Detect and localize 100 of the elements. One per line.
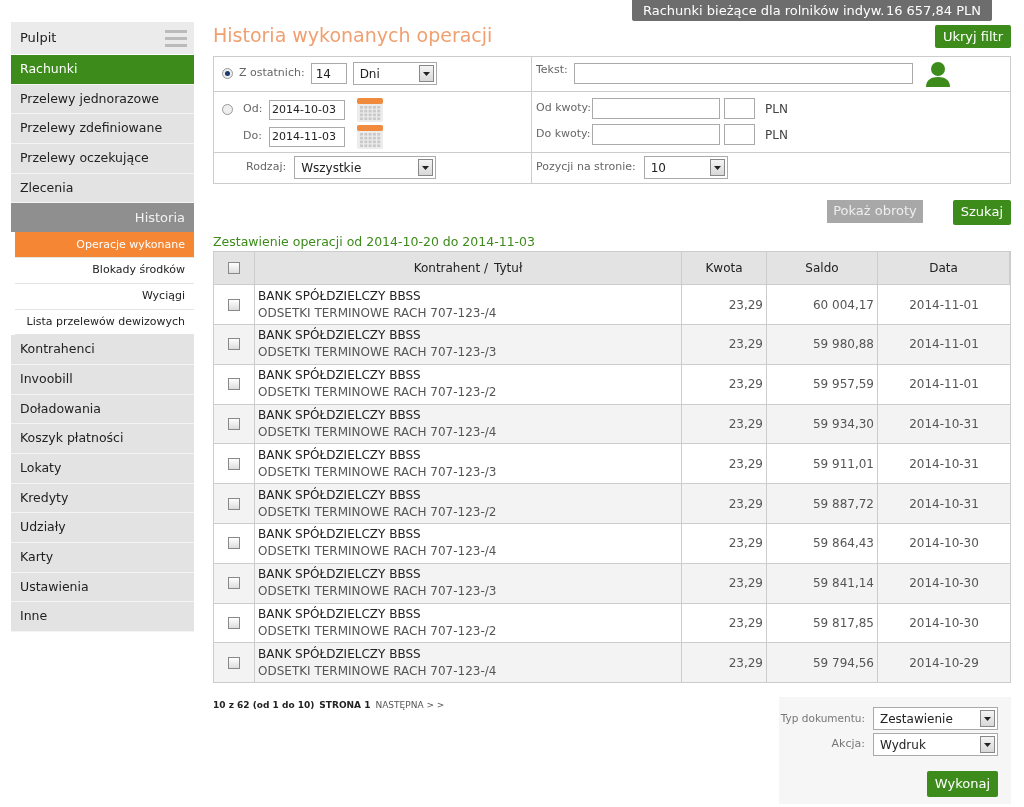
- sidebar-item[interactable]: Lokaty: [11, 453, 194, 484]
- table-cell-text: BANK SPÓŁDZIELCZY BBSS: [258, 486, 422, 504]
- sidebar-item[interactable]: Zlecenia: [11, 173, 194, 204]
- sidebar-item[interactable]: Inne: [11, 602, 194, 633]
- table-cell-text: ODSETKI TERMINOWE RACH 707-123-/4: [258, 304, 498, 322]
- search-button[interactable]: Szukaj: [952, 199, 1011, 225]
- field-label: Akcja:: [831, 736, 865, 753]
- cents-field[interactable]: [724, 124, 755, 145]
- table-cell-text: 2014-10-30: [909, 535, 979, 553]
- sidebar-item[interactable]: Przelewy zdefiniowane: [11, 114, 194, 145]
- sidebar-item[interactable]: Przelewy oczekujące: [11, 144, 194, 174]
- amount-field[interactable]: [592, 124, 720, 145]
- radio-button[interactable]: [222, 103, 233, 115]
- table-cell-text: ODSETKI TERMINOWE RACH 707-123-/2: [258, 384, 498, 402]
- amount-field[interactable]: [592, 98, 720, 119]
- sidebar-item[interactable]: Przelewy jednorazowe: [11, 84, 194, 115]
- field-label: Z ostatnich:: [239, 65, 305, 82]
- table-cell-text: BANK SPÓŁDZIELCZY BBSS: [258, 566, 422, 584]
- sidebar-item[interactable]: Kontrahenci: [11, 335, 194, 365]
- checkbox[interactable]: [228, 656, 240, 669]
- table-cell-text: ODSETKI TERMINOWE RACH 707-123-/3: [258, 344, 498, 362]
- table-cell-text: 59 934,30: [812, 416, 874, 434]
- checkbox[interactable]: [228, 457, 240, 470]
- checkbox[interactable]: [228, 617, 240, 629]
- table-cell-text: 23,29: [728, 535, 763, 553]
- next-page-link[interactable]: NASTĘPNA > >: [375, 699, 445, 713]
- table-cell-text: 59 794,56: [812, 654, 874, 672]
- checkbox[interactable]: [228, 418, 240, 431]
- table-cell-text: 2014-11-01: [909, 336, 979, 354]
- calendar-icon[interactable]: [357, 97, 383, 122]
- table-cell-text: 2014-10-31: [909, 495, 979, 513]
- dropdown[interactable]: Zestawienie: [873, 707, 998, 731]
- checkbox[interactable]: [228, 537, 240, 550]
- table-cell-text: 2014-10-30: [909, 615, 979, 632]
- summary-text: Zestawienie operacji od 2014-10-20 do 2014-11-03: [213, 232, 536, 251]
- column-header: Tytuł: [494, 260, 523, 278]
- field-label: Pozycji na stronie:: [536, 159, 636, 176]
- table-cell-text: BANK SPÓŁDZIELCZY BBSS: [258, 526, 422, 544]
- checkbox[interactable]: [228, 262, 240, 275]
- sidebar-item[interactable]: Ustawienia: [11, 572, 194, 603]
- table-cell-text: 2014-10-30: [909, 575, 979, 593]
- field-label: Od kwoty:: [536, 100, 592, 117]
- sidebar-item[interactable]: Kredyty: [11, 483, 194, 514]
- checkbox[interactable]: [228, 378, 240, 391]
- table-cell-text: 23,29: [728, 296, 763, 314]
- table-cell-text: BANK SPÓŁDZIELCZY BBSS: [258, 606, 422, 623]
- dropdown[interactable]: Wydruk: [873, 733, 998, 757]
- table-cell-text: BANK SPÓŁDZIELCZY BBSS: [258, 446, 422, 464]
- account-balance: 16 657,84 PLN: [885, 1, 981, 20]
- table-cell-text: 23,29: [728, 416, 763, 434]
- text-field[interactable]: [573, 63, 913, 84]
- table-cell-text: 23,29: [728, 455, 763, 473]
- table-cell-text: 59 911,01: [812, 455, 874, 473]
- calendar-icon[interactable]: [357, 124, 383, 149]
- sidebar-item[interactable]: Invoobill: [11, 364, 194, 395]
- sidebar-item[interactable]: Pulpit: [11, 22, 194, 55]
- table-cell-text: 23,29: [728, 654, 763, 672]
- input-field[interactable]: 14: [310, 63, 347, 84]
- sidebar-item[interactable]: Udziały: [11, 513, 194, 543]
- table-cell-text: 23,29: [728, 615, 763, 632]
- field-label: Rodzaj:: [246, 159, 287, 176]
- table-cell-text: 2014-10-31: [909, 416, 979, 434]
- sidebar-item[interactable]: Koszyk płatności: [11, 424, 194, 454]
- account-name: Rachunki bieżące dla rolników indyw.: [643, 1, 885, 20]
- table-cell-text: 23,29: [728, 495, 763, 513]
- field-label: Tekst:: [536, 61, 568, 78]
- dropdown[interactable]: Dni: [352, 62, 437, 85]
- hide-filter-button[interactable]: Ukryj filtr: [934, 25, 1011, 48]
- dropdown[interactable]: 10: [643, 156, 728, 179]
- page-title: Historia wykonanych operacji: [213, 23, 493, 48]
- table-cell-text: BANK SPÓŁDZIELCZY BBSS: [258, 367, 422, 385]
- currency-label: PLN: [765, 126, 788, 144]
- table-cell-text: BANK SPÓŁDZIELCZY BBSS: [258, 407, 422, 425]
- table-cell-text: 59 864,43: [812, 535, 874, 553]
- page-number: STRONA 1: [319, 699, 371, 713]
- table-cell-text: 2014-10-29: [909, 654, 979, 672]
- radio-button[interactable]: [222, 68, 233, 79]
- table-cell-text: 23,29: [728, 575, 763, 593]
- person-icon[interactable]: [924, 60, 951, 87]
- sidebar-item[interactable]: Karty: [11, 543, 194, 573]
- column-header: Kontrahent /: [413, 260, 489, 278]
- cents-field[interactable]: [724, 98, 755, 119]
- currency-label: PLN: [765, 100, 788, 118]
- checkbox[interactable]: [228, 497, 240, 510]
- table-cell-text: 2014-11-01: [909, 296, 979, 314]
- execute-button[interactable]: Wykonaj: [926, 771, 998, 798]
- checkbox[interactable]: [228, 338, 240, 351]
- table-cell-text: ODSETKI TERMINOWE RACH 707-123-/4: [258, 662, 498, 680]
- date-field[interactable]: 2014-11-03: [269, 126, 345, 147]
- sidebar-item[interactable]: Rachunki: [11, 55, 194, 85]
- table-cell-text: ODSETKI TERMINOWE RACH 707-123-/3: [258, 583, 498, 601]
- column-header: Data: [929, 260, 958, 278]
- checkbox[interactable]: [228, 577, 240, 590]
- date-field[interactable]: 2014-10-03: [269, 99, 345, 120]
- field-label: Od:: [243, 101, 263, 118]
- column-header: Saldo: [805, 260, 839, 278]
- sidebar-item[interactable]: Doładowania: [11, 394, 194, 425]
- table-cell-text: BANK SPÓŁDZIELCZY BBSS: [258, 287, 422, 305]
- dropdown[interactable]: Wszystkie: [294, 156, 437, 179]
- checkbox[interactable]: [228, 298, 240, 311]
